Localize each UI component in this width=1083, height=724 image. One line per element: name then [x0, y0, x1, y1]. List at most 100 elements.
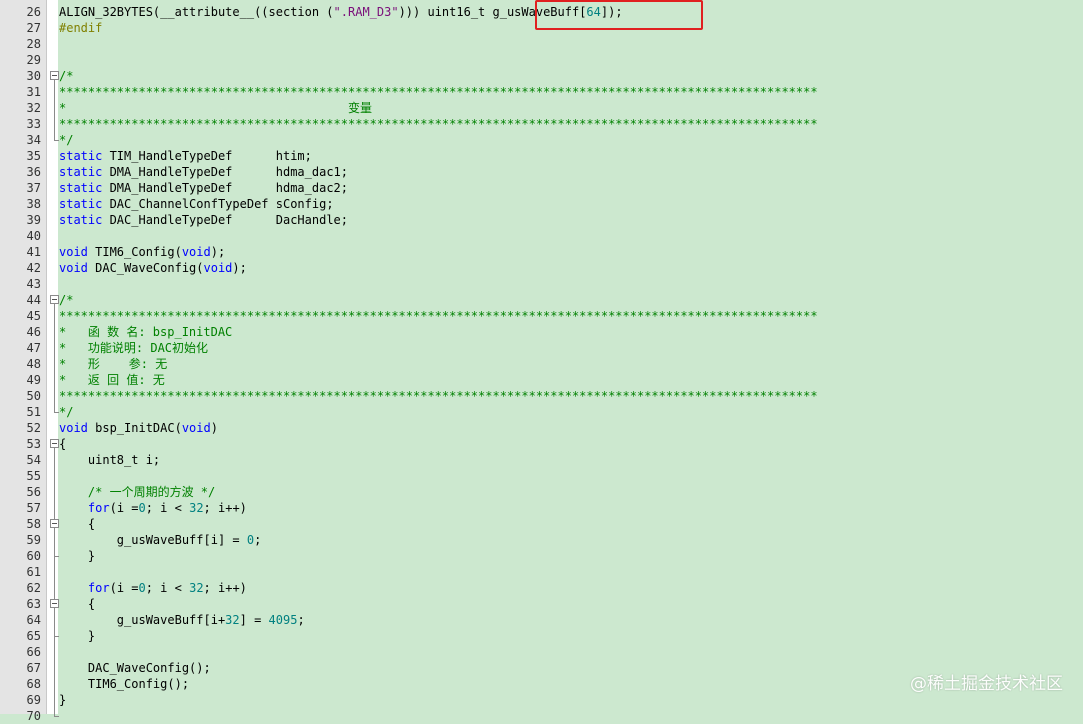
code-line: void TIM6_Config(void); — [59, 244, 225, 260]
line-number: 49 — [26, 373, 41, 387]
code-token: g_usWaveBuff[i+ — [59, 613, 226, 627]
code-token: static — [59, 213, 103, 227]
code-line: { — [59, 436, 66, 452]
code-line: DAC_WaveConfig(); — [59, 660, 211, 676]
line-number: 30 — [26, 69, 41, 83]
line-number: 41 — [26, 245, 41, 259]
code-token: /* — [59, 293, 74, 307]
code-line: } — [59, 548, 95, 564]
code-line: ****************************************… — [59, 388, 818, 404]
code-editor[interactable]: 26 27 28 29 30 31 32 33 34 35 36 37 38 39 40 41 42 43 44 45… — [0, 0, 1083, 723]
watermark: @稀土掘金技术社区 — [910, 674, 1063, 694]
line-number: 46 — [26, 325, 41, 339]
code-token: TIM6_Config(); — [59, 677, 190, 691]
code-line: * 功能说明: DAC初始化 — [59, 340, 208, 356]
line-number: 67 — [26, 661, 41, 675]
code-token: ); — [232, 261, 247, 275]
code-token: ; — [297, 613, 305, 627]
code-token: * 形 参: 无 — [59, 357, 168, 371]
line-number: 68 — [26, 677, 41, 691]
code-token: static — [59, 149, 103, 163]
code-token: ; i++) — [203, 501, 247, 515]
code-line: /* — [59, 292, 73, 308]
code-line: static DAC_HandleTypeDef DacHandle; — [59, 212, 348, 228]
line-number: 64 — [26, 613, 41, 627]
code-token: static — [59, 197, 103, 211]
code-area[interactable]: ALIGN_32BYTES(__attribute__((section (".… — [59, 0, 1083, 714]
code-token: ALIGN_32BYTES(__attribute__((section ( — [59, 5, 334, 19]
code-token: DAC_ChannelConfTypeDef sConfig; — [102, 197, 334, 211]
code-token: 32 — [225, 613, 240, 627]
line-number: 32 — [26, 101, 41, 115]
code-token: 4095 — [268, 613, 298, 627]
code-token: void — [59, 421, 88, 435]
code-token: void — [181, 245, 211, 259]
code-line: ****************************************… — [59, 84, 818, 100]
code-line: static DMA_HandleTypeDef hdma_dac1; — [59, 164, 348, 180]
line-number: 59 — [26, 533, 41, 547]
code-token: DAC_HandleTypeDef DacHandle; — [102, 213, 348, 227]
code-line: * 返 回 值: 无 — [59, 372, 165, 388]
fold-end-mark — [54, 140, 59, 141]
code-token: } — [59, 693, 67, 707]
line-number: 62 — [26, 581, 41, 595]
code-token: ****************************************… — [59, 309, 818, 323]
code-token: * 函 数 名: bsp_InitDAC — [59, 325, 233, 339]
code-line: */ — [59, 132, 73, 148]
code-line: void DAC_WaveConfig(void); — [59, 260, 247, 276]
code-token: for — [87, 581, 110, 595]
code-line: /* 一个周期的方波 */ — [59, 484, 215, 500]
line-number: 60 — [26, 549, 41, 563]
line-number: 43 — [26, 277, 41, 291]
code-token: ] = — [239, 613, 269, 627]
code-token: ; i < — [145, 581, 190, 595]
line-number: 54 — [26, 453, 41, 467]
code-line: * 变量 — [59, 100, 372, 116]
line-number: 61 — [26, 565, 41, 579]
line-number: 57 — [26, 501, 41, 515]
line-number: 42 — [26, 261, 41, 275]
code-token: (i = — [109, 501, 139, 515]
code-token: 32 — [189, 501, 204, 515]
code-token: ); — [210, 245, 226, 259]
code-line: * 函 数 名: bsp_InitDAC — [59, 324, 232, 340]
line-number-gutter: 26 27 28 29 30 31 32 33 34 35 36 37 38 39 40 41 42 43 44 45… — [0, 0, 47, 723]
code-line: */ — [59, 404, 73, 420]
code-token: * 变量 — [59, 101, 372, 115]
code-token: ) — [210, 421, 218, 435]
code-line: } — [59, 692, 66, 708]
code-token: bsp_InitDAC( — [87, 421, 182, 435]
code-line: uint8_t i; — [59, 452, 160, 468]
fold-guide-line — [54, 80, 55, 140]
code-line: g_usWaveBuff[i+32] = 4095; — [59, 612, 305, 628]
fold-guide-line — [54, 448, 55, 716]
fold-end-mark — [54, 636, 59, 637]
line-number: 66 — [26, 645, 41, 659]
line-number: 51 — [26, 405, 41, 419]
code-token: for — [87, 501, 110, 515]
code-token: static — [59, 165, 103, 179]
code-token: uint8_t i; — [59, 453, 161, 467]
code-token: { — [59, 597, 96, 611]
code-token: #endif — [59, 21, 103, 35]
code-token: 0 — [246, 533, 255, 547]
code-token: TIM6_Config( — [87, 245, 182, 259]
line-number: 58 — [26, 517, 41, 531]
code-line: for(i =0; i < 32; i++) — [59, 580, 247, 596]
fold-end-mark — [54, 556, 59, 557]
code-token: TIM_HandleTypeDef htim; — [102, 149, 312, 163]
code-line: for(i =0; i < 32; i++) — [59, 500, 247, 516]
code-line: } — [59, 628, 95, 644]
line-number: 31 — [26, 85, 41, 99]
line-number: 38 — [26, 197, 41, 211]
line-number: 70 — [26, 709, 41, 723]
code-token: /* 一个周期的方波 */ — [87, 485, 216, 499]
line-number: 29 — [26, 53, 41, 67]
line-number: 56 — [26, 485, 41, 499]
code-line: static TIM_HandleTypeDef htim; — [59, 148, 312, 164]
code-line: { — [59, 516, 95, 532]
code-token: } — [59, 629, 96, 643]
fold-guide-line — [54, 528, 55, 556]
